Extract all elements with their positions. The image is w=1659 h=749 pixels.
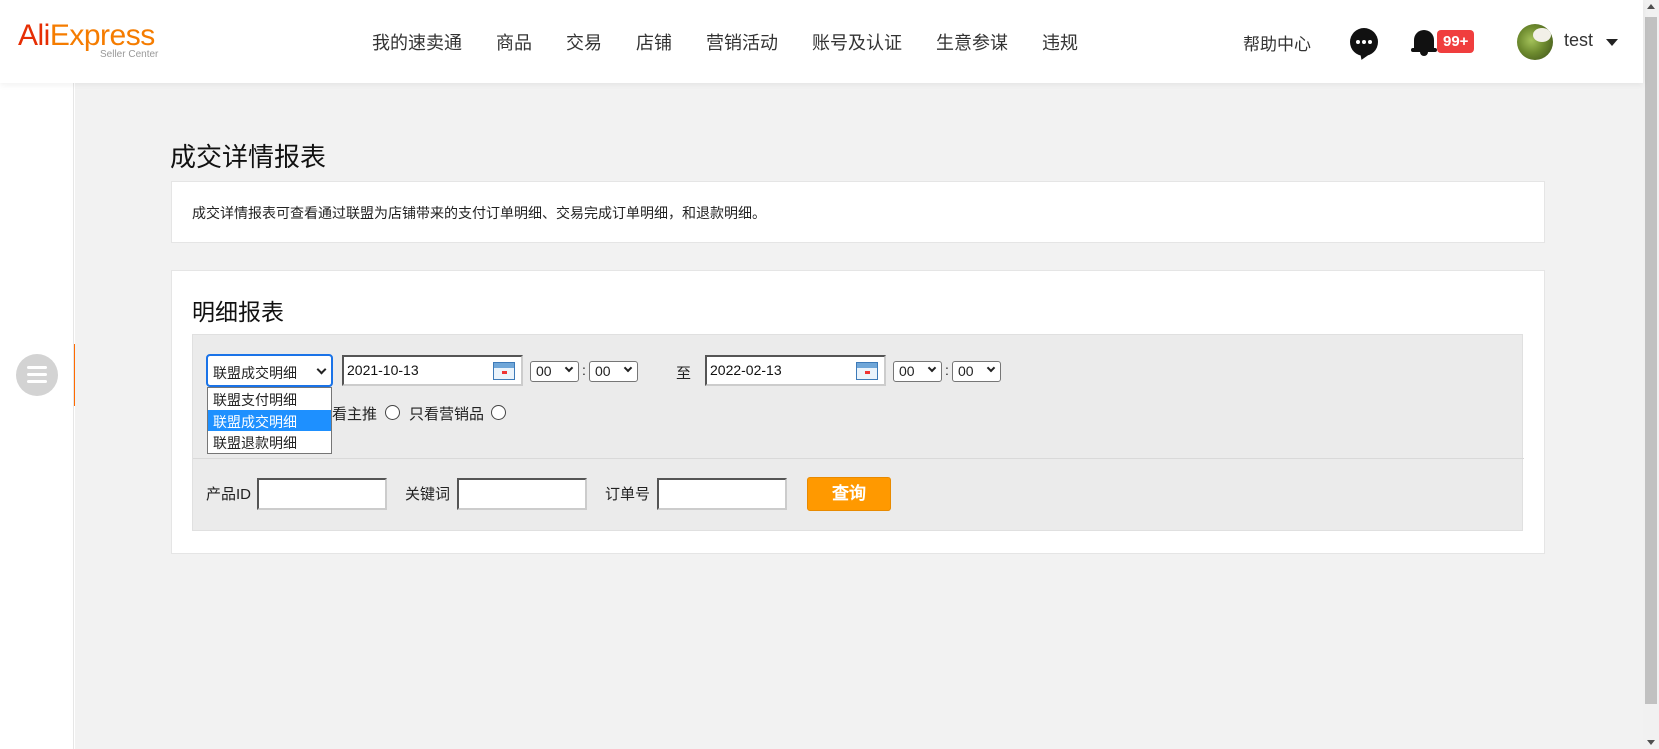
filter-panel: 联盟成交明细 2021-10-13 00 : 00 至 2022-02-13 0… [192,334,1524,531]
nav-item-trade[interactable]: 交易 [566,29,602,55]
dropdown-option-completed[interactable]: 联盟成交明细 [208,409,331,431]
top-header: AliExpress Seller Center 我的速卖通 商品 交易 店铺 … [0,0,1643,83]
logo-text-express: Express [49,19,155,52]
report-card: 明细报表 联盟成交明细 2021-10-13 00 : 00 至 2022-02… [171,270,1545,554]
nav-item-marketing[interactable]: 营销活动 [706,29,778,55]
end-hour-value: 00 [899,363,915,379]
nav-item-account[interactable]: 账号及认证 [812,29,902,55]
dropdown-option-refund[interactable]: 联盟退款明细 [208,431,331,453]
logo-text-ali: Ali [18,19,50,52]
avatar[interactable] [1517,24,1553,60]
radio-label-marketing-only: 只看营销品 [409,406,485,423]
nav-item-store[interactable]: 店铺 [636,29,672,55]
start-minute-value: 00 [595,363,611,379]
chevron-down-icon [623,363,633,373]
report-type-select[interactable]: 联盟成交明细 [206,354,333,387]
time-separator: : [582,362,586,378]
chevron-down-icon [986,363,996,373]
bell-icon[interactable] [1411,28,1437,56]
main-nav: 我的速卖通 商品 交易 店铺 营销活动 账号及认证 生意参谋 违规 [372,29,1112,55]
filter-divider [193,458,1524,459]
calendar-icon[interactable] [856,362,878,380]
radio-main-promoted[interactable] [385,405,400,420]
scrollbar-thumb[interactable] [1645,17,1657,704]
nav-item-business-advisor[interactable]: 生意参谋 [936,29,1008,55]
main-content: 成交详情报表 成交详情报表可查看通过联盟为店铺带来的支付订单明细、交易完成订单明… [75,83,1643,749]
report-title: 明细报表 [192,299,284,325]
start-hour-value: 00 [536,363,552,379]
start-hour-select[interactable]: 00 [530,361,579,382]
end-minute-value: 00 [958,363,974,379]
notification-badge: 99+ [1437,30,1475,53]
intro-text: 成交详情报表可查看通过联盟为店铺带来的支付订单明细、交易完成订单明细，和退款明细… [192,205,766,221]
left-sidebar [0,83,74,749]
calendar-icon[interactable] [493,362,515,380]
aliexpress-logo[interactable]: AliExpress Seller Center [18,19,158,61]
nav-item-products[interactable]: 商品 [496,29,532,55]
order-number-input[interactable] [657,478,787,510]
chevron-down-icon [316,364,327,375]
page-scrollbar[interactable] [1643,0,1659,749]
page-title: 成交详情报表 [170,142,327,172]
chevron-down-icon [564,363,574,373]
nav-item-my-aliexpress[interactable]: 我的速卖通 [372,29,462,55]
start-date-input[interactable]: 2021-10-13 [342,355,523,386]
scroll-up-arrow-icon[interactable] [1647,4,1655,9]
menu-icon[interactable] [16,354,58,396]
chevron-down-icon[interactable] [1606,39,1618,46]
chat-icon[interactable] [1350,28,1378,56]
query-button[interactable]: 查询 [807,477,891,511]
end-date-input[interactable]: 2022-02-13 [705,355,886,386]
start-date-value: 2021-10-13 [347,362,419,378]
help-center-link[interactable]: 帮助中心 [1243,30,1311,55]
date-range-to-label: 至 [676,365,692,382]
time-separator: : [945,362,949,378]
chevron-down-icon [927,363,937,373]
report-type-selected-value: 联盟成交明细 [213,365,297,381]
keyword-input[interactable] [457,478,587,510]
scroll-down-arrow-icon[interactable] [1647,740,1655,745]
dropdown-option-payment[interactable]: 联盟支付明细 [208,388,331,410]
radio-label-main-promoted: 看主推 [332,406,378,423]
intro-box: 成交详情报表可查看通过联盟为店铺带来的支付订单明细、交易完成订单明细，和退款明细… [171,181,1545,243]
product-id-input[interactable] [257,478,387,510]
end-minute-select[interactable]: 00 [952,361,1001,382]
report-type-dropdown-list: 联盟支付明细 联盟成交明细 联盟退款明细 [207,387,332,454]
nav-item-violations[interactable]: 违规 [1042,29,1078,55]
username[interactable]: test [1564,30,1593,51]
radio-marketing-only[interactable] [491,405,506,420]
end-hour-select[interactable]: 00 [893,361,942,382]
start-minute-select[interactable]: 00 [589,361,638,382]
end-date-value: 2022-02-13 [710,362,782,378]
keyword-label: 关键词 [405,486,451,503]
logo-subtitle: Seller Center [100,49,159,60]
product-id-label: 产品ID [206,486,252,503]
order-number-label: 订单号 [605,486,651,503]
